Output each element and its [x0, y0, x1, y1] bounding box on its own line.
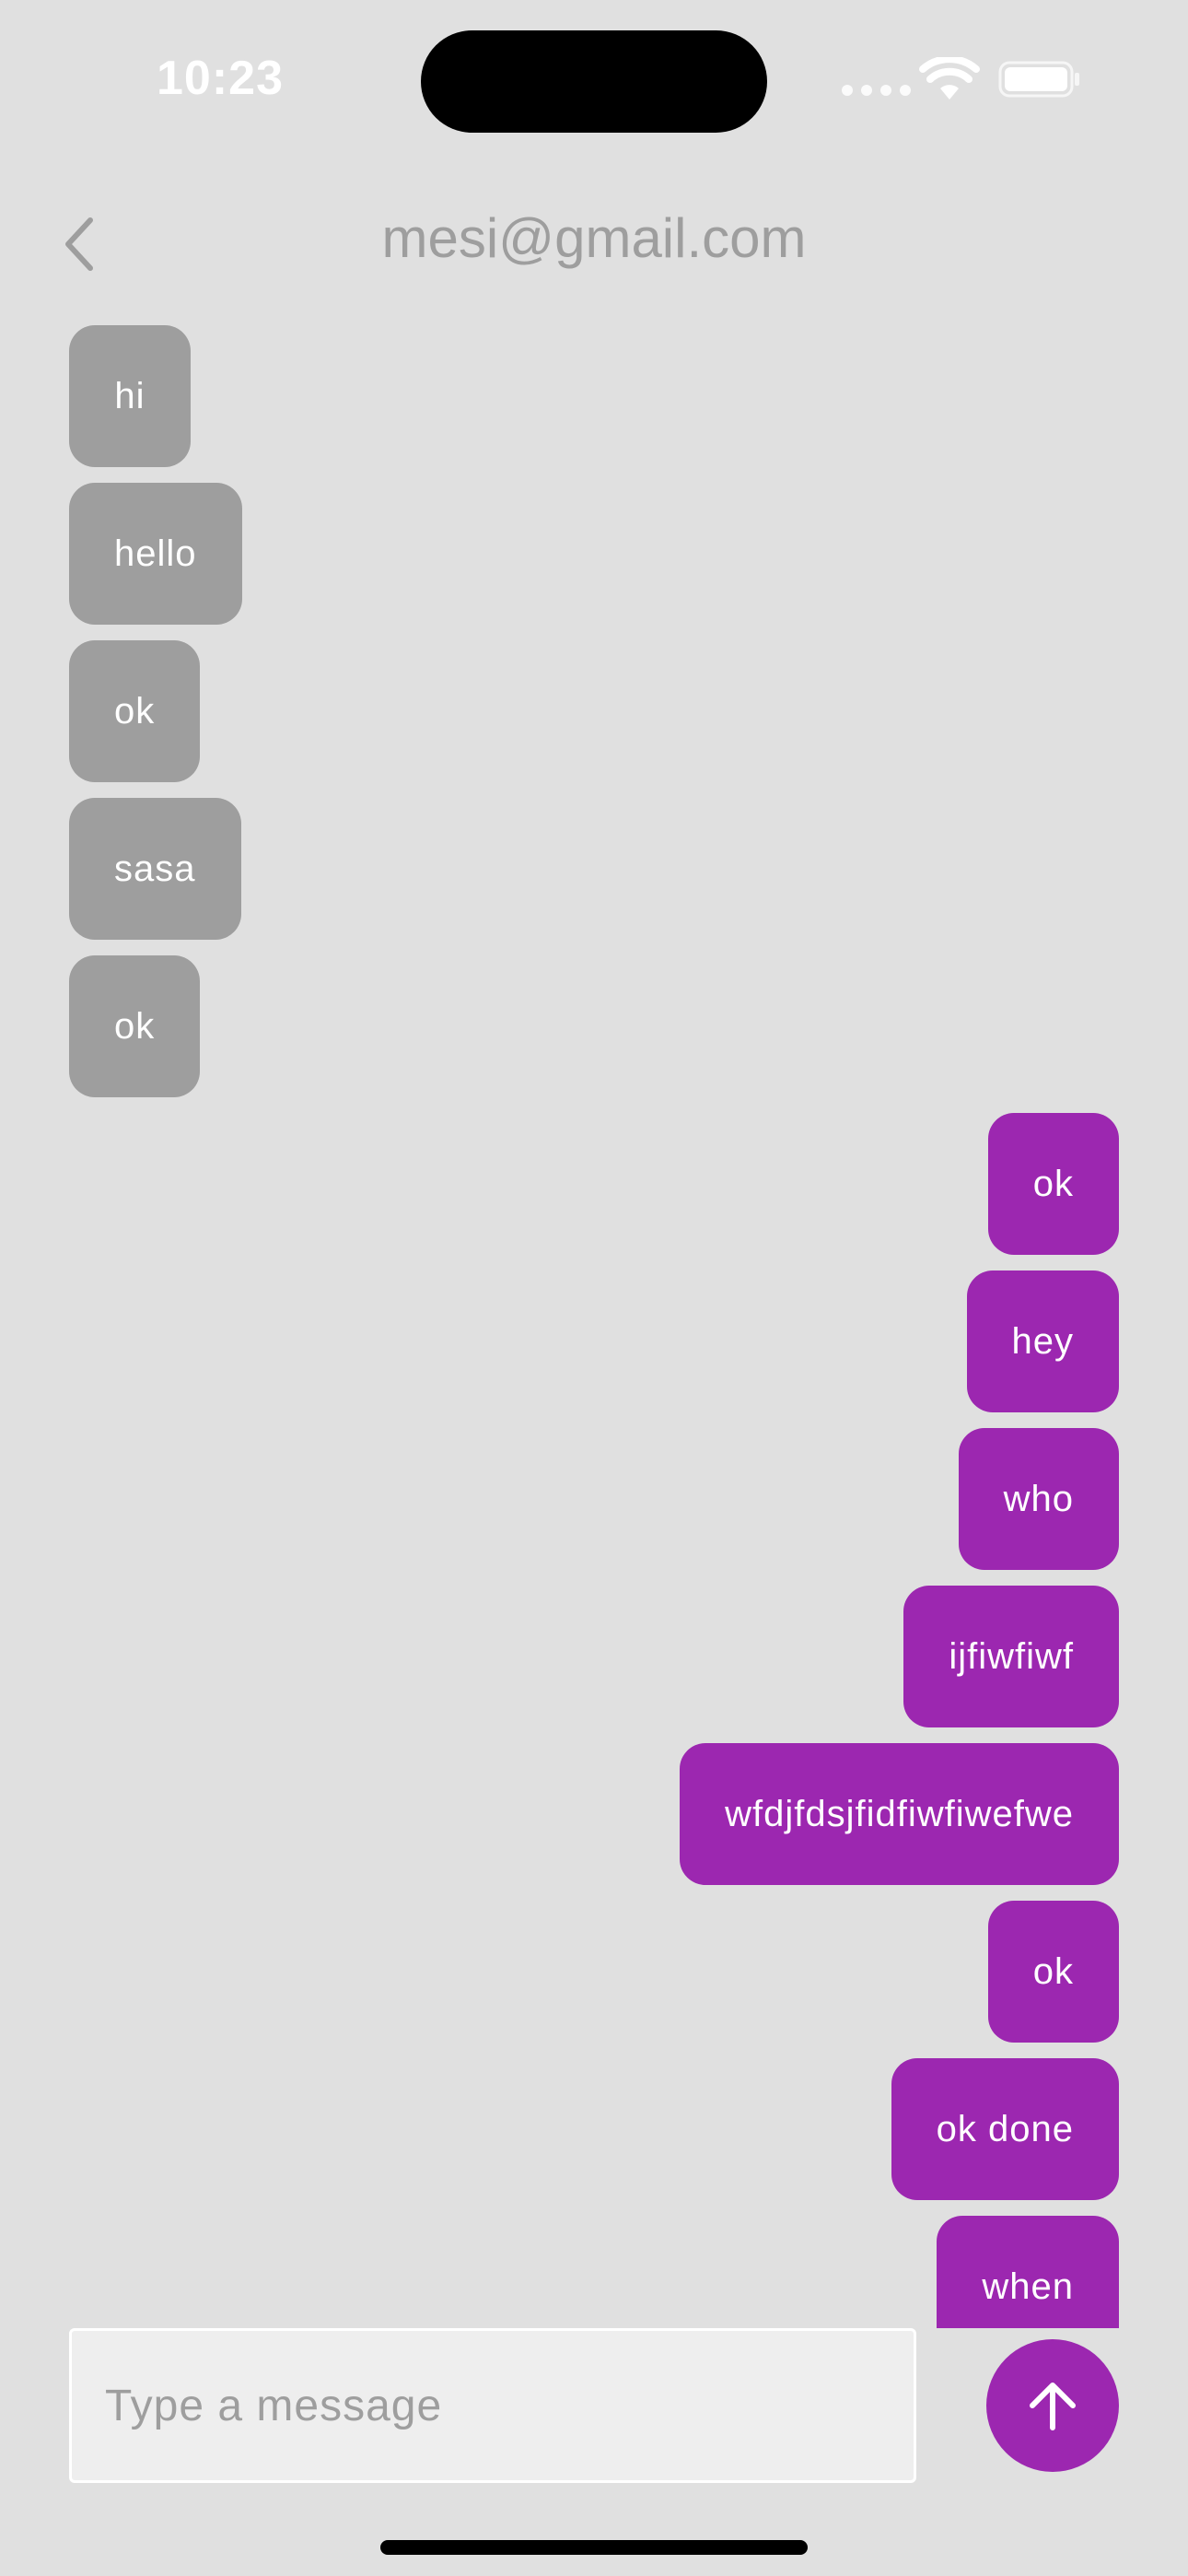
sent-message-bubble[interactable]: wfdjfdsjfidfiwfiwefwe [680, 1743, 1119, 1885]
sent-message-bubble[interactable]: ok [987, 1901, 1119, 2043]
home-indicator [380, 2540, 808, 2555]
received-message-bubble[interactable]: ok [69, 955, 201, 1097]
received-message-bubble[interactable]: hello [69, 483, 242, 625]
arrow-up-icon [1030, 2383, 1076, 2430]
message-list[interactable]: hi hello ok sasa ok ok hey who ijfiwfiwf wfdjfdsj… [69, 325, 1119, 2328]
chat-title: mesi@gmail.com [381, 207, 807, 269]
status-bar: 10:23 [0, 0, 1188, 161]
sent-message-bubble[interactable]: who [958, 1428, 1119, 1570]
sent-message-bubble[interactable]: when [937, 2216, 1119, 2328]
wifi-icon [919, 57, 980, 100]
received-message-bubble[interactable]: hi [69, 325, 191, 467]
status-time: 10:23 [157, 52, 284, 105]
sent-message-bubble[interactable]: ok done [891, 2058, 1119, 2200]
battery-icon [998, 61, 1079, 98]
sent-message-bubble[interactable]: ok [987, 1113, 1119, 1255]
message-input[interactable] [69, 2328, 916, 2483]
chat-header: mesi@gmail.com [0, 184, 1188, 304]
sent-message-bubble[interactable]: ijfiwfiwf [903, 1586, 1119, 1727]
received-message-bubble[interactable]: sasa [69, 798, 241, 940]
sent-message-bubble[interactable]: hey [966, 1270, 1119, 1412]
received-message-bubble[interactable]: ok [69, 640, 201, 782]
cellular-signal-icon [842, 85, 911, 96]
composer [0, 2328, 1188, 2485]
dynamic-island [421, 30, 767, 133]
send-button[interactable] [986, 2339, 1119, 2472]
